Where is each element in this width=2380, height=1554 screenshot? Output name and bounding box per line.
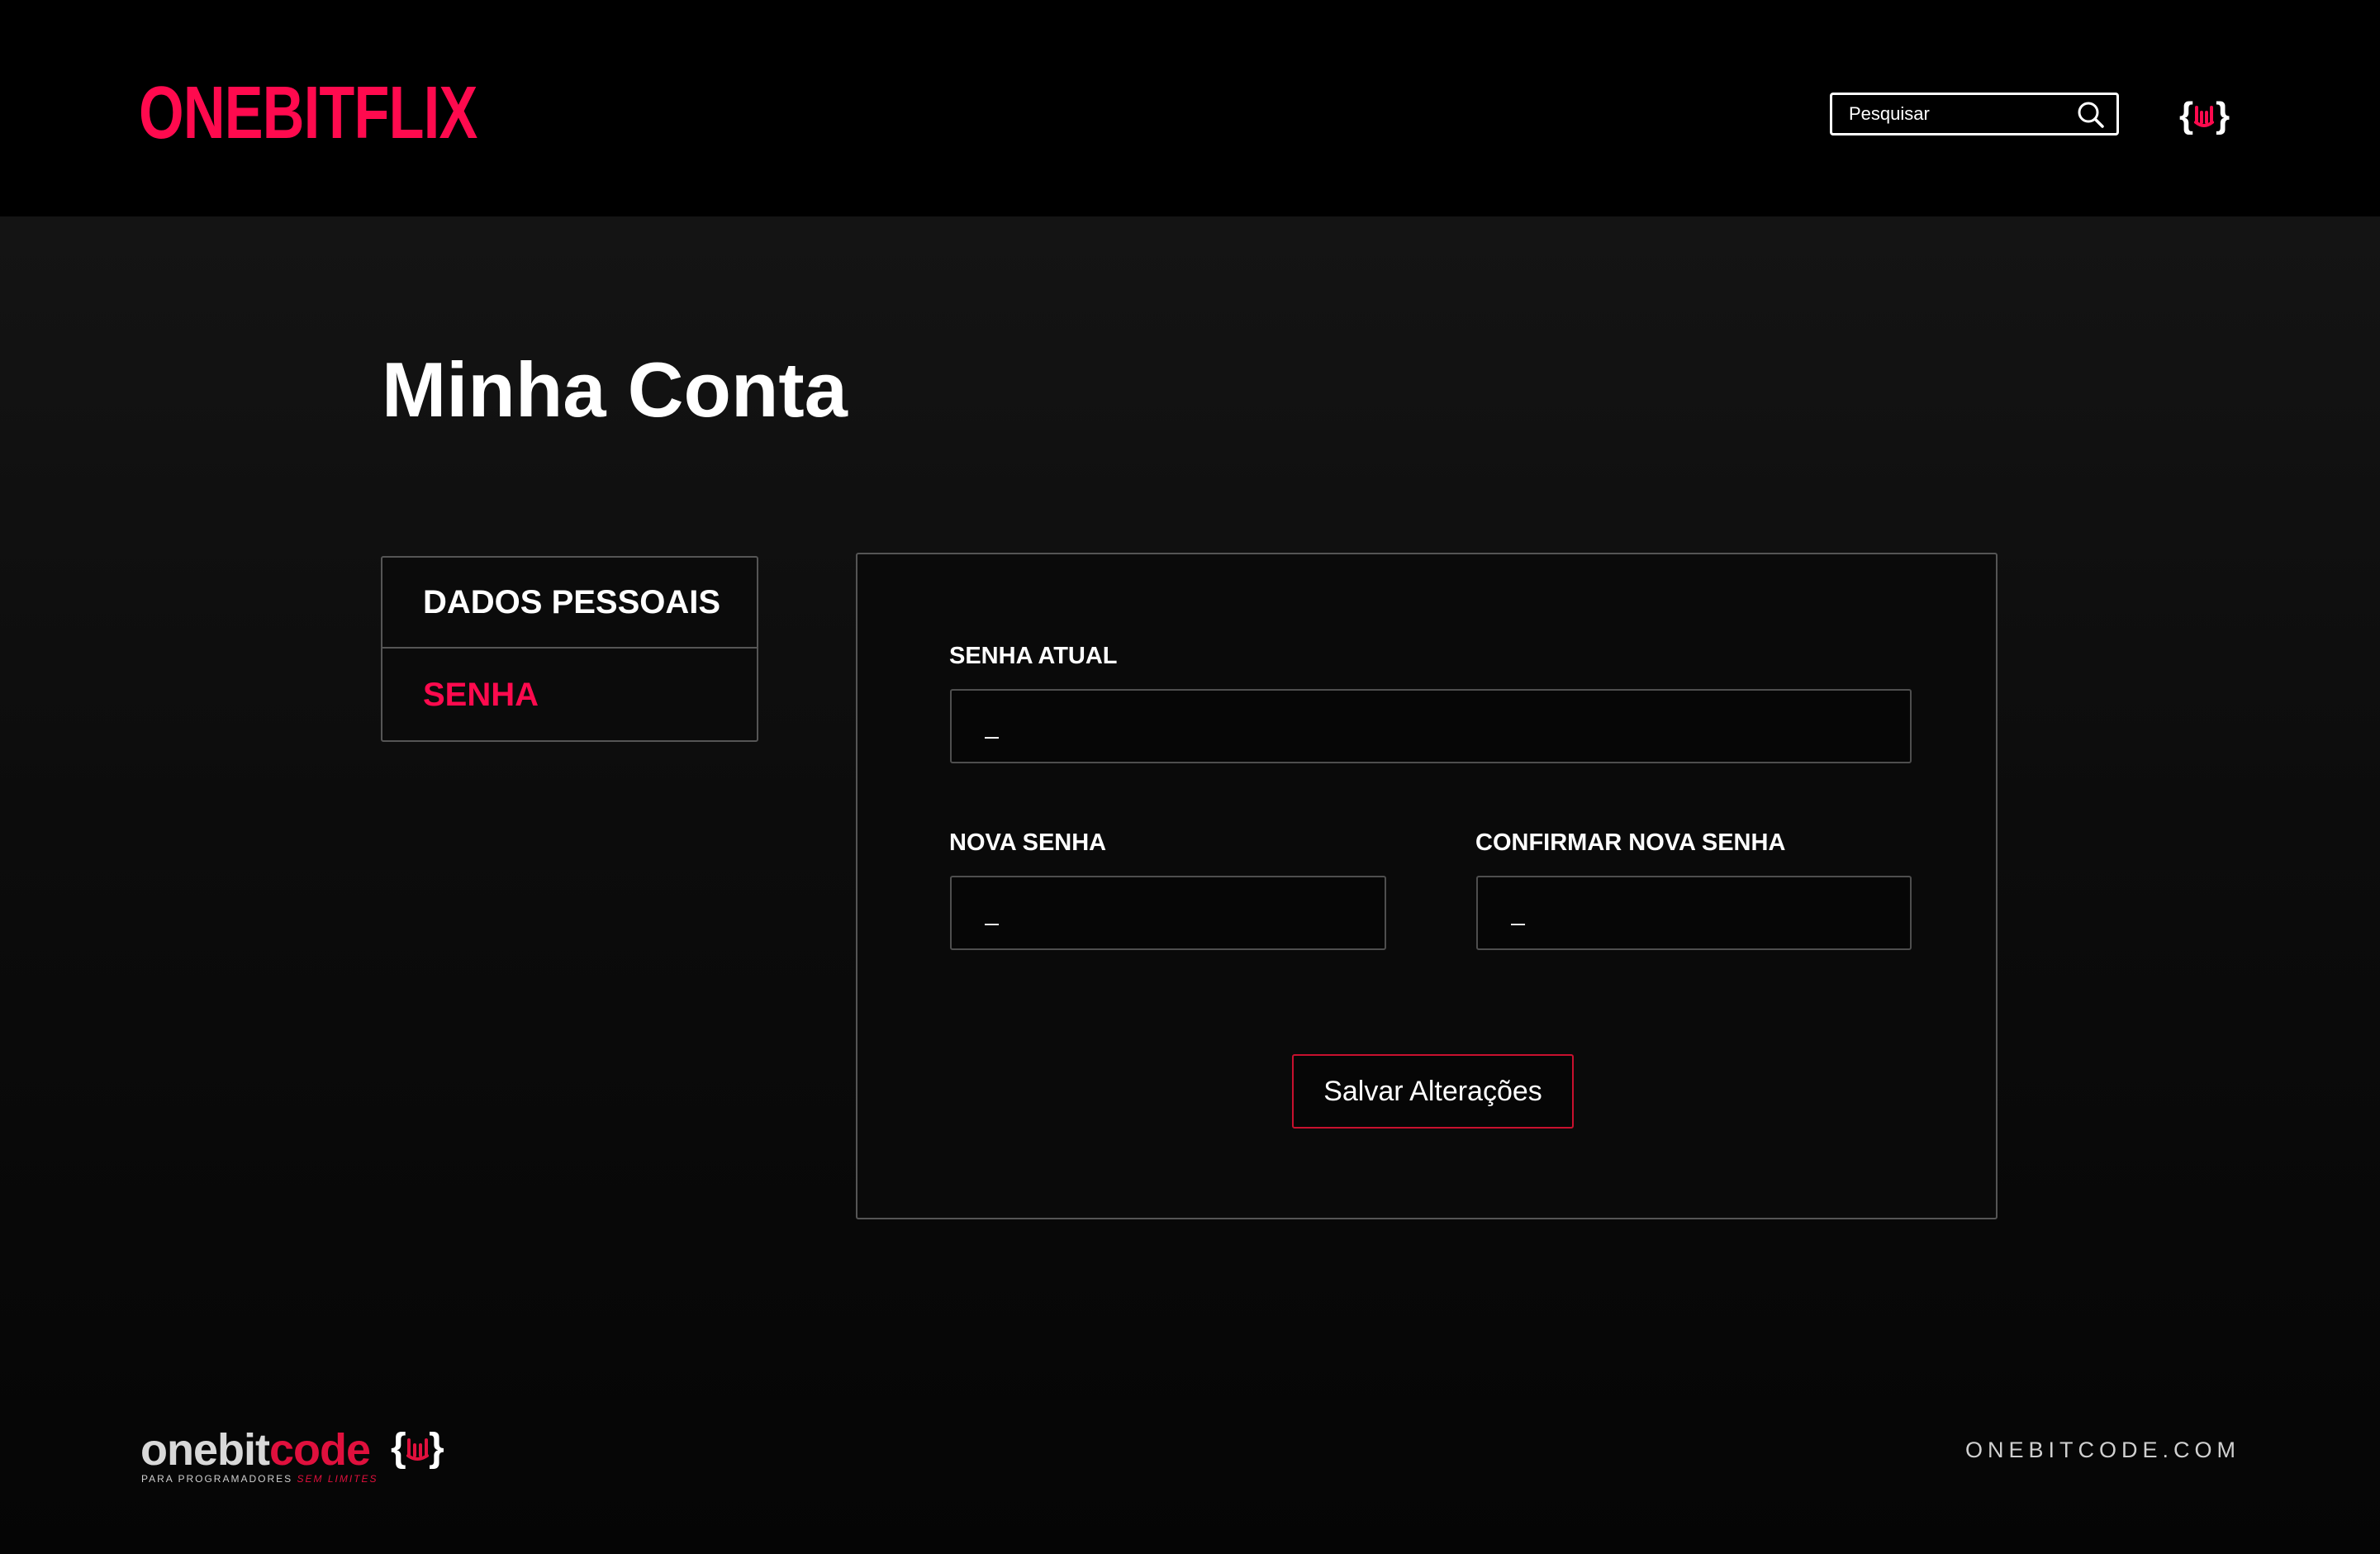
side-menu-item-label: DADOS PESSOAIS (423, 583, 721, 620)
footer-tagline-part-2: SEM LIMITES (297, 1473, 378, 1485)
page: ONEBITFLIX { } Minha Conta DADOS PESSOAI… (0, 0, 2380, 1554)
current-password-input[interactable] (950, 689, 1912, 763)
save-changes-button[interactable]: Salvar Alterações (1292, 1054, 1574, 1129)
current-password-label: SENHA ATUAL (949, 643, 1118, 669)
side-menu-item-password[interactable]: SENHA (382, 649, 757, 740)
search-input[interactable] (1849, 95, 2064, 133)
onebitcode-brace-hand-icon[interactable]: { } (2179, 91, 2230, 137)
search-icon[interactable] (2077, 101, 2105, 129)
onebitcode-footer-logo[interactable]: onebitcode (140, 1425, 371, 1475)
svg-text:{: { (391, 1426, 406, 1470)
new-password-label: NOVA SENHA (949, 829, 1107, 856)
confirm-password-input[interactable] (1476, 876, 1912, 950)
onebitcode-brace-hand-icon: { } (391, 1426, 444, 1470)
search-box[interactable] (1830, 93, 2119, 135)
svg-text:}: } (2216, 95, 2230, 135)
page-title: Minha Conta (382, 346, 848, 433)
side-menu-item-label: SENHA (423, 676, 539, 713)
footer-tagline-part-1: PARA PROGRAMADORES (141, 1473, 297, 1485)
main-content: Minha Conta DADOS PESSOAIS SENHA SENHA A… (0, 216, 2380, 1554)
password-form-panel: SENHA ATUAL NOVA SENHA CONFIRMAR NOVA SE… (856, 553, 1998, 1219)
account-side-menu: DADOS PESSOAIS SENHA (381, 556, 758, 742)
svg-text:{: { (2179, 95, 2193, 135)
new-password-input[interactable] (950, 876, 1386, 950)
footer-website-link[interactable]: ONEBITCODE.COM (1965, 1438, 2240, 1463)
side-menu-item-personal-data[interactable]: DADOS PESSOAIS (382, 558, 757, 649)
footer-logo-part-1: onebit (140, 1425, 270, 1475)
confirm-password-label: CONFIRMAR NOVA SENHA (1475, 829, 1786, 856)
footer-logo-part-2: code (268, 1425, 371, 1475)
top-header: ONEBITFLIX { } (0, 0, 2380, 216)
footer-tagline: PARA PROGRAMADORES SEM LIMITES (141, 1473, 378, 1485)
onebitflix-logo[interactable]: ONEBITFLIX (139, 76, 477, 150)
svg-text:}: } (429, 1426, 444, 1470)
